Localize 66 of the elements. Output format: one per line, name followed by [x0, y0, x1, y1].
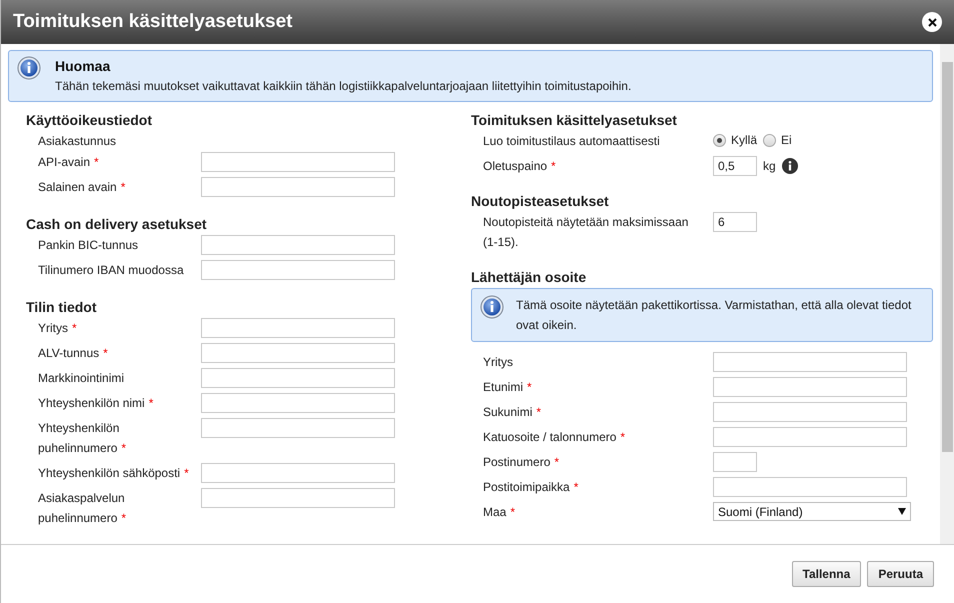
radio-button[interactable]: [763, 134, 776, 146]
text-field[interactable]: [201, 177, 395, 197]
text-field[interactable]: [201, 343, 395, 363]
field-label: ALV-tunnus *: [38, 345, 109, 362]
field-label: API-avain *: [38, 154, 100, 171]
dialog-button[interactable]: Tallenna: [792, 561, 862, 587]
text-field[interactable]: [713, 377, 907, 397]
text-field[interactable]: [201, 418, 395, 438]
section-heading: Noutopisteasetukset: [471, 192, 610, 210]
text-field[interactable]: [201, 463, 395, 483]
field-label: Postinumero *: [483, 454, 560, 471]
text-field[interactable]: [201, 235, 395, 255]
text-field[interactable]: [201, 393, 395, 413]
section-heading: Käyttöoikeustiedot: [26, 111, 154, 129]
radio-label: Ei: [781, 132, 792, 149]
field-label: Yhteyshenkilön nimi *: [38, 395, 154, 412]
radio-label: Kyllä: [731, 132, 758, 149]
dialog-button[interactable]: Peruuta: [867, 561, 934, 587]
text-field[interactable]: [201, 260, 395, 280]
window-title: Toimituksen käsittelyasetukset: [13, 10, 292, 34]
radio-button[interactable]: [713, 134, 726, 146]
text-field[interactable]: [201, 368, 395, 388]
field-label: Luo toimitustilaus automaattisesti: [483, 133, 661, 150]
text-field[interactable]: [713, 402, 907, 422]
field-label: Maa *: [483, 504, 516, 521]
field-label: Katuosoite / talonnumero *: [483, 429, 626, 446]
caret-icon: [898, 508, 906, 515]
field-label: Yhteyshenkilön puhelinnumero *: [38, 420, 128, 457]
field-label: Yritys *: [38, 320, 78, 337]
text-field[interactable]: 0,5: [713, 156, 757, 176]
section-heading: Tilin tiedot: [26, 298, 98, 316]
field-label: Pankin BIC-tunnus: [38, 237, 140, 254]
section-heading: Cash on delivery asetukset: [26, 215, 208, 233]
notice-title: Huomaa: [55, 57, 112, 76]
close-button[interactable]: [922, 12, 942, 32]
field-label: Yhteyshenkilön sähköposti *: [38, 465, 190, 482]
section-heading: Toimituksen käsittelyasetukset: [471, 111, 678, 129]
field-label: Sukunimi *: [483, 404, 542, 421]
notice-text: Tähän tekemäsi muutokset vaikuttavat kaikkiin tähän logistiikkapalveluntarjoajaan liitettyihin toimitustapoihin.: [55, 78, 632, 95]
section-heading: Lähettäjän osoite: [471, 268, 588, 286]
notice-text: Tämä osoite näytetään pakettikortissa. Varmistathan, että alla olevat tiedot ovat oikein.: [516, 297, 912, 334]
text-field[interactable]: [713, 477, 907, 497]
text-field[interactable]: [201, 152, 395, 172]
field-label: Oletuspaino *: [483, 158, 557, 175]
scrollbar[interactable]: [940, 44, 954, 544]
field-label: Postitoimipaikka *: [483, 479, 580, 496]
field-label: Noutopisteitä näytetään maksimissaan (1-15).: [483, 214, 690, 251]
text-field[interactable]: [713, 452, 757, 472]
close-icon: [928, 18, 936, 26]
field-label: Salainen avain *: [38, 179, 126, 196]
field-label: Asiakastunnus: [38, 133, 118, 150]
field-label: Markkinointinimi: [38, 370, 126, 387]
field-label: Tilinumero IBAN muodossa: [38, 262, 185, 279]
field-label: Yritys: [483, 354, 514, 371]
info-icon[interactable]: [782, 158, 798, 174]
country-select[interactable]: Suomi (Finland): [713, 502, 911, 521]
text-field[interactable]: [713, 427, 907, 447]
info-icon: [17, 56, 41, 80]
unit-label: kg: [763, 158, 776, 175]
text-field[interactable]: [201, 488, 395, 508]
info-icon: [480, 295, 504, 319]
text-field[interactable]: 6: [713, 212, 757, 232]
text-field[interactable]: [713, 352, 907, 372]
field-label: Etunimi *: [483, 379, 533, 396]
field-label: Asiakaspalvelun puhelinnumero *: [38, 490, 128, 527]
text-field[interactable]: [201, 318, 395, 338]
